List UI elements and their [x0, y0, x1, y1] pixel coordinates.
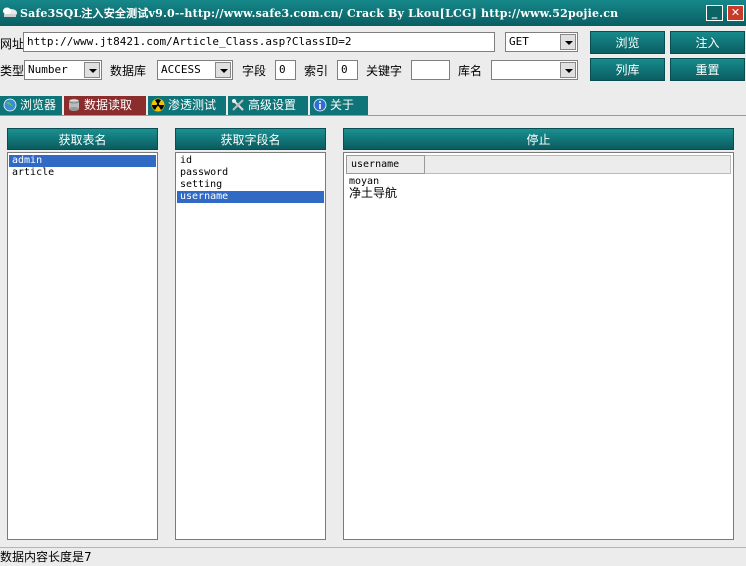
list-item[interactable]: id [177, 155, 324, 167]
method-select-value: GET [509, 35, 529, 48]
database-icon [68, 98, 80, 111]
list-item[interactable]: admin [9, 155, 156, 167]
tools-icon [232, 99, 244, 111]
table-row[interactable]: 净土导航 [349, 187, 397, 200]
column-header-username[interactable]: username [346, 155, 425, 174]
data-grid[interactable]: username moyan 净土导航 [343, 152, 734, 540]
field-input[interactable]: 0 [275, 60, 296, 80]
app-icon [3, 7, 17, 17]
column-header-filler [425, 155, 731, 174]
stop-button[interactable]: 停止 [343, 128, 734, 150]
tab-advanced[interactable]: 高级设置 [228, 96, 308, 115]
tab-pentest[interactable]: 渗透测试 [148, 96, 226, 115]
chevron-down-icon[interactable] [560, 34, 576, 50]
type-select[interactable]: Number [24, 60, 102, 80]
index-input[interactable]: 0 [337, 60, 358, 80]
tab-about[interactable]: 关于 [310, 96, 368, 115]
method-select[interactable]: GET [505, 32, 578, 52]
close-button[interactable]: ✕ [727, 5, 744, 21]
tab-label: 高级设置 [248, 98, 297, 112]
field-label: 字段 [242, 64, 267, 78]
tab-label: 数据读取 [84, 98, 133, 112]
type-select-value: Number [28, 63, 68, 76]
tab-label: 渗透测试 [168, 98, 217, 112]
minimize-button[interactable]: _ [706, 5, 723, 21]
url-label: 网址 [0, 37, 25, 51]
list-item[interactable]: username [177, 191, 324, 203]
radiation-icon [151, 98, 165, 112]
dbname-label: 库名 [458, 64, 483, 78]
info-icon [313, 98, 327, 112]
globe-icon [3, 98, 17, 112]
get-tables-button[interactable]: 获取表名 [7, 128, 158, 150]
browse-button[interactable]: 浏览 [590, 31, 665, 54]
keyword-label: 关键字 [366, 64, 403, 78]
db-select-value: ACCESS [161, 63, 201, 76]
title-bar: Safe3SQL注入安全测试v9.0--http://www.safe3.com… [0, 0, 746, 26]
tab-label: 浏览器 [20, 98, 57, 112]
tab-label: 关于 [330, 98, 355, 112]
inject-button[interactable]: 注入 [670, 31, 745, 54]
list-item[interactable]: article [9, 167, 156, 179]
list-db-button[interactable]: 列库 [590, 58, 665, 81]
tab-data-read[interactable]: 数据读取 [64, 96, 146, 115]
chevron-down-icon[interactable] [560, 62, 576, 78]
type-label: 类型 [0, 64, 25, 78]
dbname-select[interactable] [491, 60, 578, 80]
keyword-input[interactable] [411, 60, 450, 80]
url-input[interactable]: http://www.jt8421.com/Article_Class.asp?… [23, 32, 495, 52]
window-title: Safe3SQL注入安全测试v9.0--http://www.safe3.com… [20, 7, 619, 20]
chevron-down-icon[interactable] [84, 62, 100, 78]
list-item[interactable]: setting [177, 179, 324, 191]
db-label: 数据库 [110, 64, 147, 78]
reset-button[interactable]: 重置 [670, 58, 745, 81]
chevron-down-icon[interactable] [215, 62, 231, 78]
list-item[interactable]: password [177, 167, 324, 179]
tables-list[interactable]: admin article [7, 152, 158, 540]
fields-list[interactable]: id password setting username [175, 152, 326, 540]
status-text: 数据内容长度是7 [0, 550, 92, 564]
get-fields-button[interactable]: 获取字段名 [175, 128, 326, 150]
db-select[interactable]: ACCESS [157, 60, 233, 80]
status-bar: 数据内容长度是7 [0, 547, 746, 566]
tab-browser[interactable]: 浏览器 [0, 96, 62, 115]
index-label: 索引 [304, 64, 329, 78]
